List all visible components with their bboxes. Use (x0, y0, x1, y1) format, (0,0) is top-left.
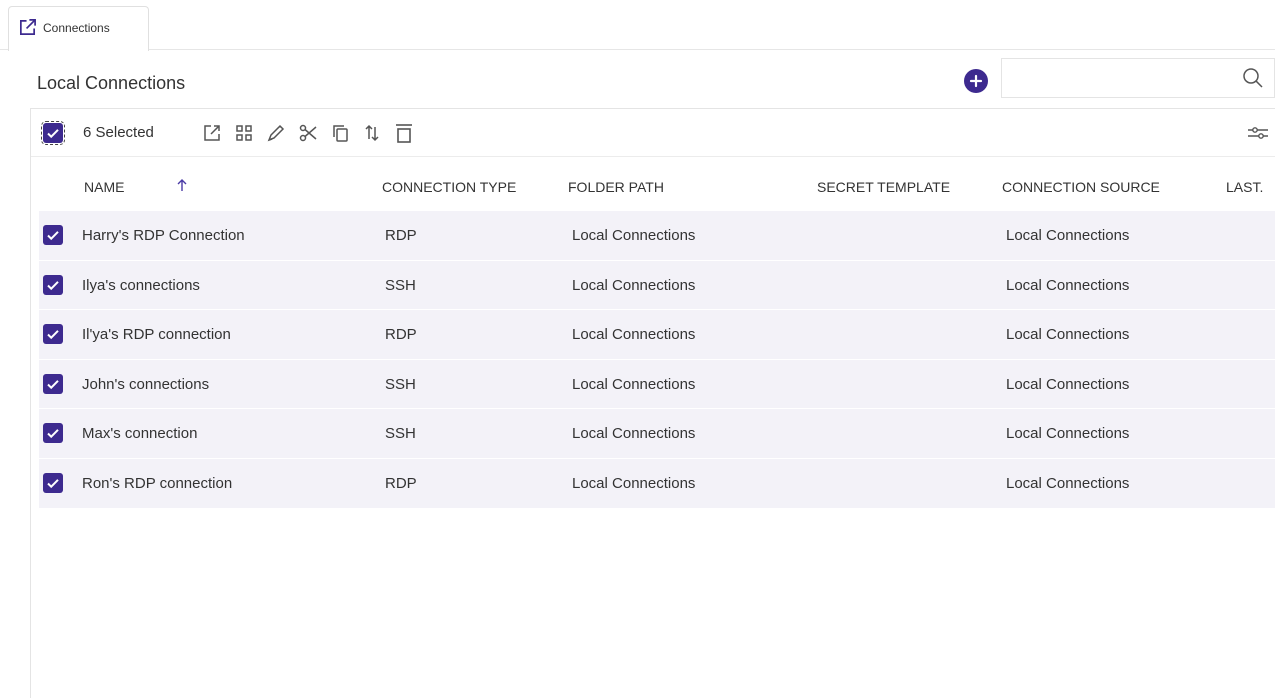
delete-button[interactable] (390, 120, 418, 146)
cell-name[interactable]: Max's connection (82, 425, 197, 442)
cell-folder-path: Local Connections (572, 425, 696, 443)
cell-connection-source: Local Connections (1006, 227, 1130, 244)
row-checkbox[interactable] (43, 225, 63, 245)
cell-connection-source: Local Connections (1006, 326, 1130, 344)
table-header: NAME CONNECTION TYPE FOLDER PATH SECRET … (31, 157, 1275, 211)
cell-connection-type: SSH (385, 425, 416, 443)
tab-label: Connections (43, 21, 110, 35)
checkmark-icon (47, 429, 59, 439)
table-row[interactable]: Il'ya's RDP connection RDP Local Connect… (39, 310, 1275, 360)
copy-icon (333, 125, 348, 142)
checkmark-icon (47, 379, 59, 389)
open-external-button[interactable] (198, 120, 226, 146)
grid-view-button[interactable] (230, 120, 258, 146)
row-checkbox[interactable] (43, 472, 63, 493)
select-all-checkbox[interactable] (41, 121, 65, 145)
table-row[interactable]: Harry's RDP Connection RDP Local Connect… (39, 211, 1275, 261)
cell-folder-path: Local Connections (572, 375, 696, 393)
checkmark-icon (47, 231, 59, 241)
cell-name[interactable]: Harry's RDP Connection (82, 227, 245, 244)
cell-name[interactable]: John's connections (82, 376, 209, 393)
filter-sliders-icon[interactable] (1246, 123, 1270, 143)
checkmark-icon (47, 479, 59, 489)
table-row[interactable]: John's connections SSH Local Connections… (39, 359, 1275, 410)
plus-icon (969, 74, 983, 88)
copy-button[interactable] (326, 120, 354, 146)
add-connection-button[interactable] (964, 69, 988, 93)
tab-bar: Connections (0, 0, 1275, 51)
grid-icon (236, 125, 252, 141)
open-external-icon (19, 19, 36, 36)
column-header-last[interactable]: LAST. (1226, 179, 1263, 195)
table-body: Harry's RDP Connection RDP Local Connect… (39, 211, 1275, 509)
cut-scissors-icon (299, 124, 317, 142)
cell-folder-path: Local Connections (572, 276, 696, 294)
connections-panel: 6 Selected NAME CONNECTION TYPE FOLDER P… (30, 108, 1275, 698)
column-header-secret-template[interactable]: SECRET TEMPLATE (817, 179, 950, 195)
selection-toolbar: 6 Selected (31, 109, 1275, 157)
table-row[interactable]: Ilya's connections SSH Local Connections… (39, 260, 1275, 311)
cell-name[interactable]: Ilya's connections (82, 277, 200, 294)
sort-button[interactable] (358, 120, 386, 146)
selected-count: 6 Selected (83, 124, 154, 141)
cell-connection-type: SSH (385, 375, 416, 393)
search-input[interactable] (1002, 59, 1232, 97)
delete-trash-icon (396, 124, 412, 143)
table-row[interactable]: Ron's RDP connection RDP Local Connectio… (39, 458, 1275, 509)
cell-folder-path: Local Connections (572, 474, 696, 492)
cell-name[interactable]: Il'ya's RDP connection (82, 326, 231, 343)
cell-connection-type: RDP (385, 474, 417, 492)
column-header-folder-path[interactable]: FOLDER PATH (568, 179, 664, 195)
cut-button[interactable] (294, 120, 322, 146)
checkmark-icon (47, 129, 59, 139)
table-row[interactable]: Max's connection SSH Local Connections L… (39, 409, 1275, 459)
cell-connection-source: Local Connections (1006, 276, 1130, 294)
cell-folder-path: Local Connections (572, 326, 696, 344)
cell-connection-type: SSH (385, 276, 416, 294)
cell-connection-source: Local Connections (1006, 375, 1130, 393)
checkmark-icon (47, 330, 59, 340)
row-checkbox[interactable] (43, 274, 63, 295)
sort-updown-icon (365, 124, 379, 142)
cell-connection-source: Local Connections (1006, 474, 1130, 492)
tab-connections[interactable]: Connections (8, 6, 149, 51)
edit-button[interactable] (262, 120, 290, 146)
row-checkbox[interactable] (43, 423, 63, 444)
search-box (1001, 58, 1275, 98)
edit-pencil-icon (267, 124, 285, 142)
cell-connection-source: Local Connections (1006, 425, 1130, 443)
column-header-connection-type[interactable]: CONNECTION TYPE (382, 179, 516, 195)
cell-folder-path: Local Connections (572, 227, 696, 244)
cell-name[interactable]: Ron's RDP connection (82, 475, 232, 492)
column-header-name[interactable]: NAME (84, 179, 124, 195)
checkmark-icon (47, 280, 59, 290)
row-checkbox[interactable] (43, 373, 63, 394)
row-checkbox[interactable] (43, 324, 63, 345)
open-external-icon (204, 125, 220, 141)
toolbar-actions (198, 120, 418, 146)
cell-connection-type: RDP (385, 326, 417, 344)
sort-ascending-icon[interactable] (175, 177, 189, 193)
search-icon[interactable] (1242, 67, 1264, 89)
cell-connection-type: RDP (385, 227, 417, 244)
page-title: Local Connections (37, 73, 186, 93)
column-header-connection-source[interactable]: CONNECTION SOURCE (1002, 179, 1160, 195)
